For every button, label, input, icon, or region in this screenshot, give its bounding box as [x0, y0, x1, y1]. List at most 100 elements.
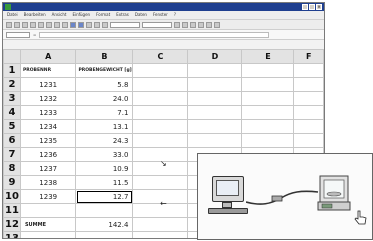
cell[interactable]	[241, 63, 295, 78]
cell[interactable]	[132, 119, 189, 134]
row-header[interactable]: 6	[3, 133, 21, 148]
underline-icon[interactable]	[190, 21, 196, 28]
menu-item[interactable]: Ansicht	[52, 11, 67, 19]
cell[interactable]: 1237	[19, 161, 77, 176]
cell[interactable]: PROBENGEWICHT [g]	[75, 63, 134, 78]
cell[interactable]: 1234	[19, 119, 77, 134]
cell[interactable]	[187, 77, 243, 92]
preview-icon[interactable]	[38, 21, 44, 28]
row-header[interactable]: 4	[3, 105, 21, 120]
menu-item[interactable]: Datei	[7, 11, 18, 19]
align-right-icon[interactable]	[214, 21, 220, 28]
row-header[interactable]: 11	[3, 203, 21, 218]
cell[interactable]	[132, 105, 189, 120]
column-header[interactable]: C	[132, 49, 189, 64]
row-header[interactable]: 12	[3, 217, 21, 232]
cell[interactable]	[293, 63, 324, 78]
menu-item[interactable]: Fenster	[153, 11, 168, 19]
cut-icon[interactable]	[46, 21, 52, 28]
row-header[interactable]: 13	[3, 231, 21, 238]
cell[interactable]: 33.0	[75, 147, 134, 162]
new-icon[interactable]	[6, 21, 12, 28]
redo-icon[interactable]	[78, 21, 84, 28]
cell[interactable]: 13.1	[75, 119, 134, 134]
name-box[interactable]	[6, 31, 30, 38]
cell[interactable]	[19, 203, 77, 218]
cell[interactable]	[293, 133, 324, 148]
bold-icon[interactable]	[174, 21, 180, 28]
row-header[interactable]: 1	[3, 63, 21, 78]
active-cell[interactable]: 12.7	[75, 189, 134, 204]
cell[interactable]	[187, 119, 243, 134]
cell[interactable]: 1233	[19, 105, 77, 120]
cell[interactable]	[75, 203, 134, 218]
cell[interactable]: 10.9	[75, 161, 134, 176]
font-select[interactable]	[110, 21, 140, 28]
menu-item[interactable]: Extras	[116, 11, 129, 19]
menu-item[interactable]: Format	[96, 11, 110, 19]
cell[interactable]	[293, 77, 324, 92]
cell[interactable]	[241, 105, 295, 120]
align-left-icon[interactable]	[198, 21, 204, 28]
cell[interactable]	[132, 91, 189, 106]
menu-item[interactable]: ?	[174, 11, 176, 19]
select-all-corner[interactable]	[3, 49, 21, 64]
cell[interactable]: 24.0	[75, 91, 134, 106]
sum-icon[interactable]	[86, 21, 92, 28]
formula-input[interactable]	[39, 31, 270, 38]
menu-item[interactable]: Bearbeiten	[24, 11, 46, 19]
cell[interactable]: SUMME	[19, 217, 77, 232]
menu-item[interactable]: Daten	[135, 11, 147, 19]
cell[interactable]	[19, 231, 77, 238]
cell[interactable]	[132, 175, 189, 190]
maximize-button[interactable]	[309, 4, 315, 10]
row-header[interactable]: 5	[3, 119, 21, 134]
row-header[interactable]: 2	[3, 77, 21, 92]
row-header[interactable]: 8	[3, 161, 21, 176]
cell[interactable]	[187, 105, 243, 120]
minimize-button[interactable]	[302, 4, 308, 10]
cell[interactable]	[132, 77, 189, 92]
column-header[interactable]: B	[75, 49, 134, 64]
column-header[interactable]: A	[19, 49, 77, 64]
cell[interactable]	[187, 63, 243, 78]
cell[interactable]: 1238	[19, 175, 77, 190]
cell[interactable]	[187, 133, 243, 148]
align-center-icon[interactable]	[206, 21, 212, 28]
cell[interactable]	[132, 133, 189, 148]
font-size-select[interactable]	[142, 21, 172, 28]
cell[interactable]: 5.8	[75, 77, 134, 92]
column-header[interactable]: F	[293, 49, 324, 64]
cell[interactable]	[132, 231, 189, 238]
cell[interactable]	[241, 77, 295, 92]
row-header[interactable]: 9	[3, 175, 21, 190]
paste-icon[interactable]	[62, 21, 68, 28]
row-header[interactable]: 7	[3, 147, 21, 162]
close-button[interactable]: ×	[316, 4, 322, 10]
cell[interactable]	[132, 217, 189, 232]
cell[interactable]: 1235	[19, 133, 77, 148]
cell[interactable]: 142.4	[75, 217, 134, 232]
cell[interactable]	[75, 231, 134, 238]
print-icon[interactable]	[30, 21, 36, 28]
sort-icon[interactable]	[94, 21, 100, 28]
undo-icon[interactable]	[70, 21, 76, 28]
cell[interactable]	[241, 133, 295, 148]
copy-icon[interactable]	[54, 21, 60, 28]
cell[interactable]	[187, 91, 243, 106]
cell[interactable]: 7.1	[75, 105, 134, 120]
cell[interactable]: 1239	[19, 189, 77, 204]
row-header[interactable]: 10	[3, 189, 21, 204]
cell[interactable]	[241, 119, 295, 134]
column-header[interactable]: E	[241, 49, 295, 64]
italic-icon[interactable]	[182, 21, 188, 28]
save-icon[interactable]	[22, 21, 28, 28]
column-header[interactable]: D	[187, 49, 243, 64]
cell[interactable]: 1236	[19, 147, 77, 162]
cell[interactable]: 24.3	[75, 133, 134, 148]
cell[interactable]	[241, 91, 295, 106]
cell[interactable]: PROBENNR	[19, 63, 77, 78]
row-header[interactable]: 3	[3, 91, 21, 106]
cell[interactable]	[293, 91, 324, 106]
cell[interactable]: 11.5	[75, 175, 134, 190]
